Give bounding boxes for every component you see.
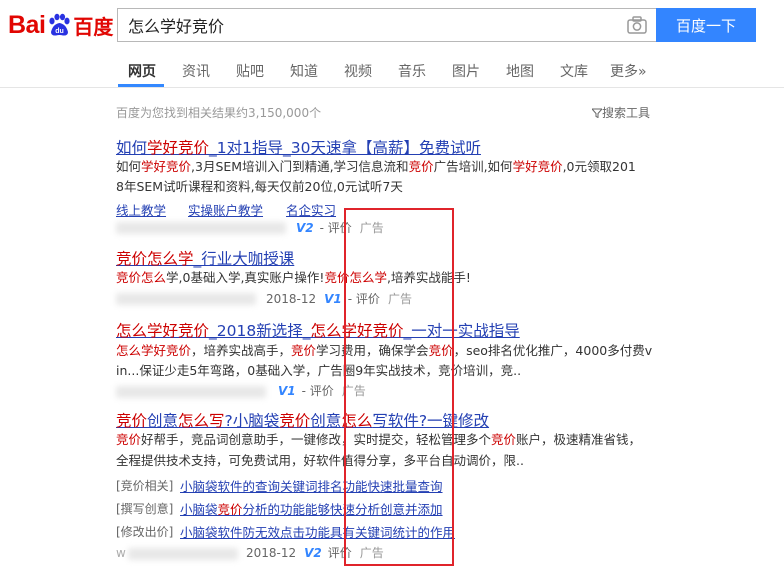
tab-news[interactable]: 资讯 [182,61,210,81]
result-description-line2: 全程提供技术支持，可免费试用，好软件值得分享，多平台自动调价，限.. [116,453,524,468]
blurred-url [116,222,286,234]
logo-text-cn: 百度 [73,14,114,39]
result-description-line2: in...保证少走5年弯路，0基础入学，广告圈9年实战技术，竞价培训，竞.. [116,363,522,378]
sitelink[interactable]: 实操账户教学 [188,200,263,219]
tab-images[interactable]: 图片 [452,61,480,81]
rating-link[interactable]: - 评价 [302,382,334,399]
tab-wenku[interactable]: 文库 [560,61,588,81]
tab-tieba[interactable]: 贴吧 [236,61,264,81]
search-button[interactable]: 百度一下 [656,8,756,42]
result-title[interactable]: 怎么学好竞价_2018新选择_怎么学好竞价_一对一实战指导 [116,319,520,341]
search-tools-label: 搜索工具 [602,106,651,120]
result-description: 如何学好竞价,3月SEM培训入门到精通,学习信息流和竞价广告培训,如何学好竞价,… [116,159,636,174]
blurred-url [116,293,256,305]
v-badge[interactable]: V2 [296,221,314,235]
tab-web[interactable]: 网页 [128,61,156,81]
filter-icon [590,108,604,119]
sub-result-label: [竞价相关] [116,479,174,493]
result-date: 2018-12 [266,291,317,306]
blurred-url [128,548,238,560]
blurred-url [116,386,266,398]
search-box [117,8,657,42]
paw-icon: du [49,13,71,36]
active-tab-indicator [118,84,164,87]
annotation-highlight-box [344,208,454,566]
sub-result-label: [修改出价] [116,525,174,539]
search-tools[interactable]: 搜索工具 [590,104,651,121]
nav-tabs: 网页 资讯 贴吧 知道 视频 音乐 图片 地图 文库 更多» [0,52,784,88]
header: Bai du 百度 百度一下 [0,0,784,52]
camera-icon[interactable] [627,16,647,34]
sitelink[interactable]: 线上教学 [116,200,166,219]
logo-text-bai: Bai [8,10,46,39]
search-input[interactable] [118,9,618,41]
result-description-line2: 8年SEM试听课程和资料,每天仅前20位,0元试听7天 [116,179,403,194]
sitelink[interactable]: 名企实习 [286,200,336,219]
tab-more[interactable]: 更多» [610,61,647,81]
result-title[interactable]: 如何学好竞价_1对1指导_30天速拿【高薪】免费试听 [116,136,481,158]
result-date: 2018-12 [246,545,297,560]
logo-paw-text: du [56,28,65,35]
tab-video[interactable]: 视频 [344,61,372,81]
result-title[interactable]: 竞价怎么学_行业大咖授课 [116,247,294,269]
tab-zhidao[interactable]: 知道 [290,61,318,81]
result-count: 百度为您找到相关结果约3,150,000个 [116,106,322,120]
result-url-fragment: w [116,546,126,560]
baidu-logo[interactable]: Bai du 百度 [8,8,113,42]
sub-result-label: [撰写创意] [116,502,174,516]
tab-map[interactable]: 地图 [506,61,534,81]
v-badge[interactable]: V2 [304,546,322,560]
tab-music[interactable]: 音乐 [398,61,426,81]
v-badge[interactable]: V1 [324,292,342,306]
v-badge[interactable]: V1 [278,384,296,398]
